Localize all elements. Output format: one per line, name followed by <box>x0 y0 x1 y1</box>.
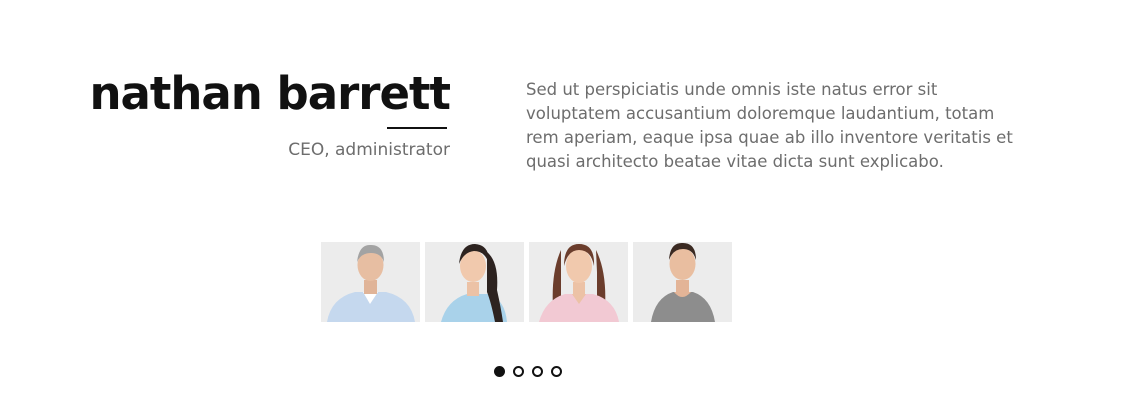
person-name: nathan barrett <box>89 67 451 120</box>
carousel-pagination <box>494 366 562 377</box>
name-underline <box>387 127 447 129</box>
team-member-thumbnail-2[interactable] <box>425 242 524 322</box>
pagination-dot-1[interactable] <box>494 366 505 377</box>
person-photo-icon <box>539 244 619 322</box>
person-role: CEO, administrator <box>288 140 450 160</box>
person-photo-icon <box>327 244 415 322</box>
pagination-dot-4[interactable] <box>551 366 562 377</box>
team-member-thumbnail-4[interactable] <box>633 242 732 322</box>
pagination-dot-3[interactable] <box>532 366 543 377</box>
person-bio: Sed ut perspiciatis unde omnis iste natu… <box>526 80 1013 171</box>
team-member-thumbnail-1[interactable] <box>321 242 420 322</box>
pagination-dot-2[interactable] <box>513 366 524 377</box>
team-member-thumbnail-3[interactable] <box>529 242 628 322</box>
person-photo-icon <box>441 244 507 322</box>
team-thumbnail-strip <box>321 242 732 322</box>
person-photo-icon <box>651 242 715 322</box>
